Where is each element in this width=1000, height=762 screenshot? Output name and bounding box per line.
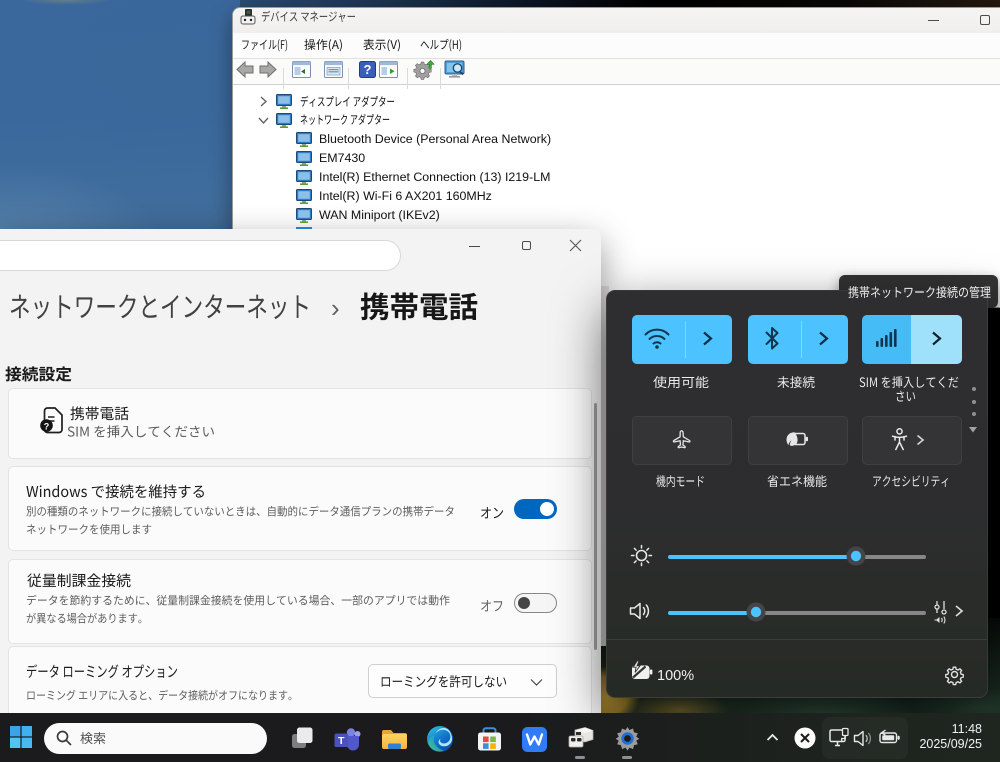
svg-text:?: ? — [44, 422, 50, 432]
svg-text:?: ? — [364, 62, 372, 77]
svg-text:T: T — [338, 735, 345, 747]
